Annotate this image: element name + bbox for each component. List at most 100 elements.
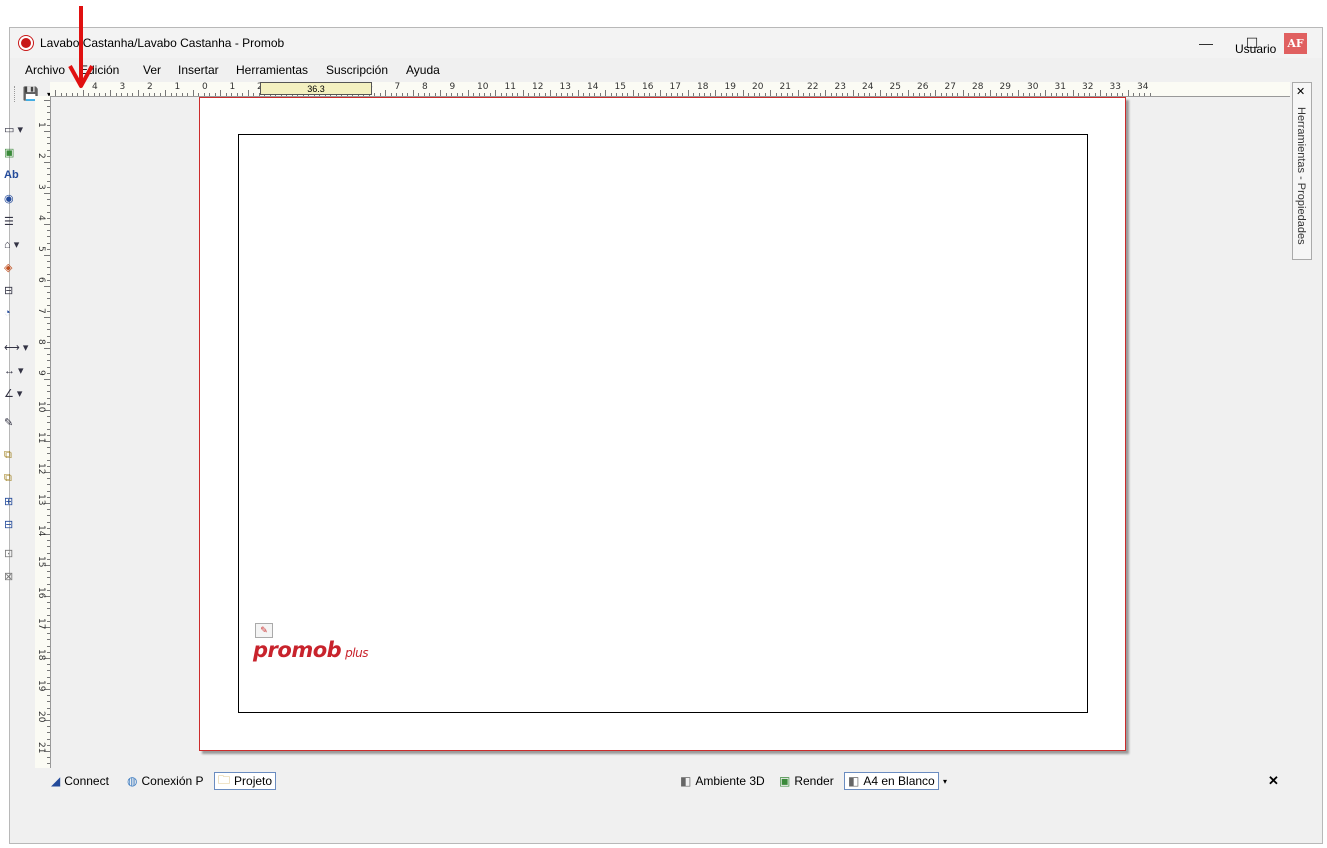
ruler-number: 1 <box>174 82 181 92</box>
align-middle-icon[interactable]: ⊟ <box>4 515 30 533</box>
tab-ambiente-3d[interactable]: ◧ Ambiente 3D <box>677 772 768 790</box>
ruler-tick <box>445 93 447 96</box>
a4-page[interactable]: ✎ promob plus <box>199 97 1126 751</box>
tab-a4-blanco[interactable]: ◧ A4 en Blanco <box>844 772 939 790</box>
text-tool-icon[interactable]: Ab <box>4 166 30 184</box>
ruler-tick <box>929 93 931 96</box>
leader-tool-icon[interactable]: ✎ <box>4 413 30 431</box>
ungroup-icon[interactable]: ⊠ <box>4 567 30 585</box>
image-tool-icon[interactable]: ▣ <box>4 143 30 161</box>
tab-dropdown-icon[interactable]: ▾ <box>940 772 950 790</box>
align-center-icon[interactable]: ⊞ <box>4 492 30 510</box>
ruler-tick <box>830 93 832 96</box>
tab-connect-label: Connect <box>64 774 109 788</box>
bottom-tab-bar: ◢ Connect ◍ Conexión P 🗀 Projeto ◧ Ambiente … <box>34 770 1312 792</box>
close-tab-icon[interactable]: ✕ <box>1268 773 1279 789</box>
ruler-number: 17 <box>669 82 681 92</box>
ruler-tick <box>1094 93 1096 96</box>
menu-suscripcion[interactable]: Suscripción <box>326 63 388 77</box>
ruler-tick <box>764 93 766 96</box>
ruler-number: 5 <box>36 246 46 252</box>
ruler-tick <box>1023 93 1024 96</box>
linear-dimension-icon[interactable]: ⟷ ▾ <box>4 338 30 356</box>
ruler-tick <box>203 93 205 96</box>
pin-panel-icon[interactable]: ✕ <box>1296 85 1305 98</box>
detail-tool-icon[interactable]: ◔ <box>4 304 30 322</box>
hatch-tool-icon[interactable]: ◈ <box>4 258 30 276</box>
user-label[interactable]: Usuario <box>1235 42 1276 56</box>
chain-dimension-icon[interactable]: ↔ ▾ <box>4 361 30 379</box>
properties-side-panel[interactable]: ✕ Herramientas - Propiedades <box>1292 82 1312 260</box>
horizontal-ruler: 34 33 32 31 30 29 28 27 26 25 24 23 22 21 20 19 18 17 16 15… <box>50 82 1290 97</box>
tab-ambiente-label: Ambiente 3D <box>695 774 765 788</box>
ruler-tick <box>924 93 925 96</box>
ruler-tick <box>451 93 452 96</box>
view3d-tool-icon[interactable]: ⌂ ▾ <box>4 235 30 253</box>
menu-herramientas[interactable]: Herramientas <box>236 63 308 77</box>
ruler-tick <box>198 93 199 96</box>
ruler-tick <box>1012 93 1013 96</box>
ruler-tick <box>47 608 50 610</box>
send-back-icon[interactable]: ⧉ <box>4 469 30 487</box>
ruler-number: 28 <box>972 82 984 92</box>
ruler-tick <box>748 93 749 96</box>
ruler-tick <box>47 118 50 120</box>
ruler-tick <box>110 90 111 96</box>
ruler-tick <box>869 93 870 96</box>
menu-insertar[interactable]: Insertar <box>178 63 219 77</box>
ruler-tick <box>47 664 50 666</box>
ruler-tick <box>781 93 782 96</box>
ruler-tick <box>522 90 524 96</box>
side-panel-label[interactable]: Herramientas - Propiedades <box>1295 107 1307 245</box>
ruler-tick <box>47 149 50 151</box>
tab-connect[interactable]: ◢ Connect <box>48 772 112 790</box>
ruler-tick <box>1017 90 1019 96</box>
group-icon[interactable]: ⊡ <box>4 544 30 562</box>
ruler-tick <box>148 93 150 96</box>
ruler-tick <box>676 93 678 96</box>
tab-conexion[interactable]: ◍ Conexión P <box>124 772 207 790</box>
tab-render[interactable]: ▣ Render <box>776 772 837 790</box>
ruler-tick <box>374 93 375 96</box>
ruler-tick <box>47 478 50 480</box>
rectangle-tool-icon[interactable]: ▭ ▾ <box>4 120 30 138</box>
minimize-button[interactable]: — <box>1183 28 1229 58</box>
ruler-tick <box>489 93 491 96</box>
ruler-tick <box>47 645 50 647</box>
ruler-number: 20 <box>752 82 764 92</box>
ruler-tick <box>47 354 50 356</box>
ruler-tick <box>687 90 689 96</box>
drawing-frame[interactable]: ✎ promob plus <box>238 134 1088 713</box>
ruler-tick <box>247 90 249 96</box>
menu-archivo[interactable]: Archivo <box>25 63 65 77</box>
avatar[interactable]: AF <box>1284 33 1307 54</box>
ruler-tick <box>880 90 881 96</box>
ruler-number: 10 <box>36 401 46 413</box>
menu-ver[interactable]: Ver <box>143 63 161 77</box>
ruler-tick <box>47 695 50 697</box>
ruler-tick <box>946 93 947 96</box>
ruler-number: 32 <box>1082 82 1094 92</box>
ruler-tick <box>47 620 50 622</box>
ruler-tick <box>913 93 914 96</box>
ruler-tick <box>47 496 50 498</box>
ruler-tick <box>47 360 50 362</box>
view-tool-icon[interactable]: ◉ <box>4 189 30 207</box>
cube-icon: ◧ <box>680 774 692 788</box>
list-tool-icon[interactable]: ☰ <box>4 212 30 230</box>
bring-front-icon[interactable]: ⧉ <box>4 446 30 464</box>
ruler-tick <box>47 211 50 213</box>
dimension-frame-icon[interactable]: ⊟ <box>4 281 30 299</box>
angle-dimension-icon[interactable]: ∠ ▾ <box>4 384 30 402</box>
ruler-tick <box>627 93 628 96</box>
ruler-tick <box>511 93 513 96</box>
ruler-number: 3 <box>119 82 126 92</box>
ruler-tick <box>539 93 540 96</box>
drawing-canvas[interactable]: ✎ promob plus <box>51 97 1291 767</box>
menu-ayuda[interactable]: Ayuda <box>406 63 440 77</box>
tab-projeto[interactable]: 🗀 Projeto <box>214 772 277 790</box>
ruler-tick <box>236 93 238 96</box>
ruler-tick <box>181 93 183 96</box>
ruler-tick <box>643 93 645 96</box>
edit-logo-icon[interactable]: ✎ <box>255 623 273 638</box>
